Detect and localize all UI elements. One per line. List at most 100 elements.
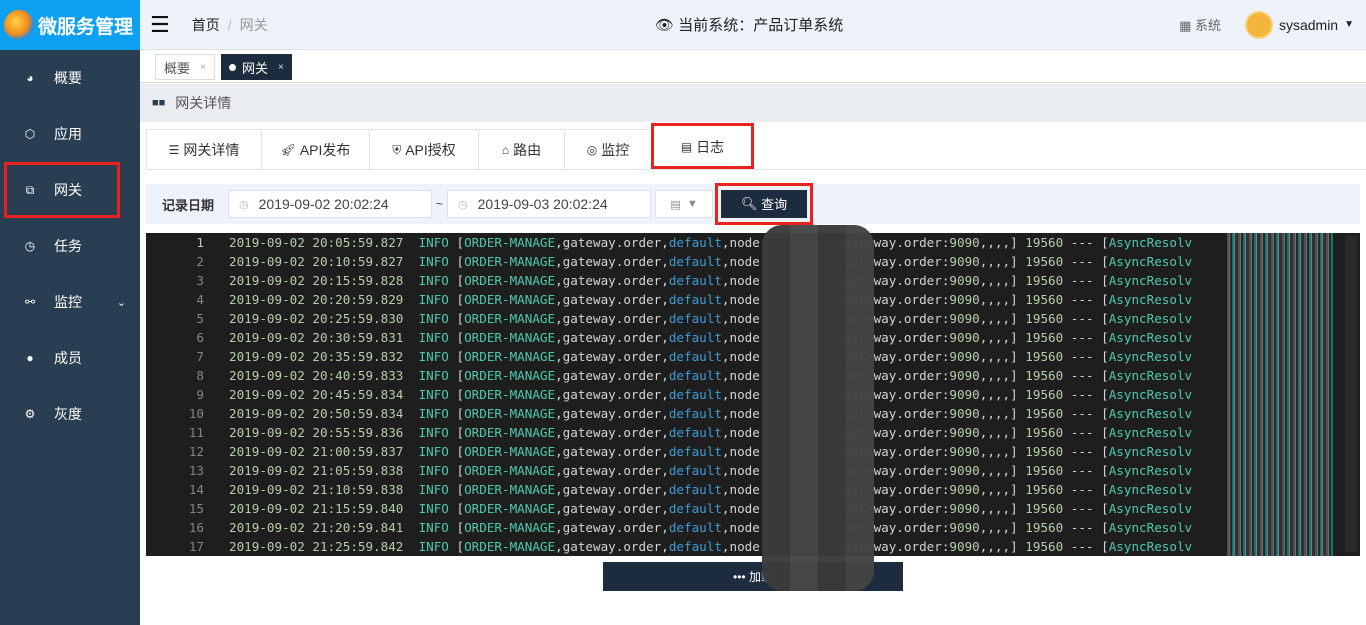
log-line: 16 2019-09-02 21:20:59.841 INFO [ORDER-MA… xyxy=(146,518,1360,537)
log-suffix: ,,,,] xyxy=(979,235,1018,250)
log-level: INFO xyxy=(418,292,449,307)
log-gateway: gateway.order xyxy=(562,520,662,535)
log-port: 9090 xyxy=(949,501,980,516)
date-range-picker[interactable]: ▤ ▼ xyxy=(655,190,714,218)
log-timestamp: 2019-09-02 20:45:59.834 xyxy=(229,387,404,402)
tab-0[interactable]: ☰ 网关详情 xyxy=(146,129,262,170)
system-button-label: 系统 xyxy=(1194,18,1221,33)
log-gateway: gateway.order xyxy=(562,387,662,402)
tab-label: 监控 xyxy=(601,142,630,158)
tab-3[interactable]: ⌂ 路由 xyxy=(478,129,565,170)
log-viewer[interactable]: 1 2019-09-02 20:05:59.827 INFO [ORDER-MAN… xyxy=(146,233,1360,556)
sidebar-item-1[interactable]: ⬡ 应用 xyxy=(0,106,140,162)
date-separator: ~ xyxy=(436,197,444,211)
tab-1[interactable]: 🚀︎ API发布 xyxy=(261,129,370,170)
log-gateway: gateway.order xyxy=(562,444,662,459)
ellipsis-icon: ••• xyxy=(733,569,746,584)
log-thread: AsyncResolv xyxy=(1108,463,1193,478)
menu-toggle-icon[interactable]: ☰ xyxy=(150,12,170,38)
end-date-input[interactable]: ◷ 2019-09-03 20:02:24 xyxy=(447,190,652,218)
page-tabs: 概要 × 网关 × xyxy=(140,50,1366,83)
close-icon[interactable]: × xyxy=(200,62,206,73)
log-thread: AsyncResolv xyxy=(1108,235,1193,250)
sidebar-item-6[interactable]: ⚙ 灰度 xyxy=(0,386,140,442)
log-app: ORDER-MANAGE xyxy=(464,501,556,516)
log-level: INFO xyxy=(418,273,449,288)
date-label: 记录日期 xyxy=(162,197,215,213)
search-icon: 🔍︎ xyxy=(740,195,758,211)
tab-2[interactable]: ⛨ API授权 xyxy=(369,129,479,170)
section-title: 网关详情 xyxy=(175,95,232,111)
close-icon[interactable]: × xyxy=(278,62,284,73)
log-app: ORDER-MANAGE xyxy=(464,406,556,421)
log-port: 9090 xyxy=(949,425,980,440)
log-level: INFO xyxy=(418,387,449,402)
log-port: 9090 xyxy=(949,273,980,288)
router-icon: ⌂ xyxy=(501,143,510,157)
system-button[interactable]: ▦ 系统 xyxy=(1179,15,1221,34)
page-tab-gateway[interactable]: 网关 × xyxy=(221,54,292,80)
log-line: 8 2019-09-02 20:40:59.833 INFO [ORDER-MAN… xyxy=(146,366,1360,385)
log-line: 9 2019-09-02 20:45:59.834 INFO [ORDER-MAN… xyxy=(146,385,1360,404)
log-line: 1 2019-09-02 20:05:59.827 INFO [ORDER-MAN… xyxy=(146,233,1360,252)
page-tab-overview[interactable]: 概要 × xyxy=(155,54,215,80)
sidebar-item-0[interactable]: ◕ 概要 xyxy=(0,50,140,106)
eye-icon: ◎ xyxy=(586,143,598,157)
log-node: node xyxy=(729,349,760,364)
log-gateway: gateway.order xyxy=(562,330,662,345)
log-node: node xyxy=(729,292,760,307)
sidebar-item-label: 成员 xyxy=(54,350,82,366)
log-app: ORDER-MANAGE xyxy=(464,349,556,364)
log-line: 4 2019-09-02 20:20:59.829 INFO [ORDER-MAN… xyxy=(146,290,1360,309)
line-number: 16 xyxy=(188,520,204,535)
log-group: default xyxy=(668,482,722,497)
sidebar-item-2[interactable]: ⧉ 网关 xyxy=(4,162,120,218)
breadcrumb-home[interactable]: 首页 xyxy=(192,17,220,33)
cube-icon: ⬡ xyxy=(24,127,36,141)
log-scrollbar[interactable] xyxy=(1345,236,1357,552)
log-thread: AsyncResolv xyxy=(1108,273,1193,288)
log-suffix: ,,,,] xyxy=(979,387,1018,402)
sidebar-item-label: 灰度 xyxy=(54,406,82,422)
start-date-input[interactable]: ◷ 2019-09-02 20:02:24 xyxy=(228,190,433,218)
log-level: INFO xyxy=(418,311,449,326)
query-label: 查询 xyxy=(761,197,788,212)
log-group: default xyxy=(668,311,722,326)
log-pid: 19560 xyxy=(1025,349,1064,364)
sidebar-item-3[interactable]: ◷ 任务 xyxy=(0,218,140,274)
log-suffix: ,,,,] xyxy=(979,273,1018,288)
log-line: 12 2019-09-02 21:00:59.837 INFO [ORDER-MA… xyxy=(146,442,1360,461)
log-file-icon: ▤ xyxy=(680,139,693,154)
tab-5[interactable]: ▤ 日志 xyxy=(651,123,754,169)
query-button[interactable]: 🔍︎ 查询 xyxy=(721,189,808,218)
log-app: ORDER-MANAGE xyxy=(464,425,556,440)
log-timestamp: 2019-09-02 20:20:59.829 xyxy=(229,292,404,307)
log-line: 11 2019-09-02 20:55:59.836 INFO [ORDER-MA… xyxy=(146,423,1360,442)
log-line: 6 2019-09-02 20:30:59.831 INFO [ORDER-MAN… xyxy=(146,328,1360,347)
grid-icon: ▦ xyxy=(1179,18,1192,33)
tab-4[interactable]: ◎ 监控 xyxy=(564,129,652,170)
sidebar-item-4[interactable]: ⚯ 监控 ⌄ xyxy=(0,274,140,330)
log-timestamp: 2019-09-02 20:50:59.834 xyxy=(229,406,404,421)
log-app: ORDER-MANAGE xyxy=(464,273,556,288)
log-thread: AsyncResolv xyxy=(1108,482,1193,497)
log-thread: AsyncResolv xyxy=(1108,292,1193,307)
log-gateway: gateway.order xyxy=(562,501,662,516)
sidebar-item-label: 监控 xyxy=(54,294,82,310)
log-app: ORDER-MANAGE xyxy=(464,292,556,307)
log-dashes: --- xyxy=(1070,235,1094,250)
log-line: 13 2019-09-02 21:05:59.838 INFO [ORDER-MA… xyxy=(146,461,1360,480)
sidebar-item-5[interactable]: ● 成员 xyxy=(0,330,140,386)
user-menu[interactable]: sysadmin ▼ xyxy=(1244,10,1354,39)
log-dashes: --- xyxy=(1070,349,1094,364)
log-app: ORDER-MANAGE xyxy=(464,539,556,554)
log-pid: 19560 xyxy=(1025,501,1064,516)
log-app: ORDER-MANAGE xyxy=(464,482,556,497)
log-group: default xyxy=(668,425,722,440)
log-gateway: gateway.order xyxy=(562,292,662,307)
log-suffix: ,,,,] xyxy=(979,292,1018,307)
section-header: ■■ 网关详情 xyxy=(140,84,1366,122)
log-level: INFO xyxy=(418,482,449,497)
line-number: 9 xyxy=(196,387,204,402)
log-minimap[interactable] xyxy=(1227,233,1333,556)
